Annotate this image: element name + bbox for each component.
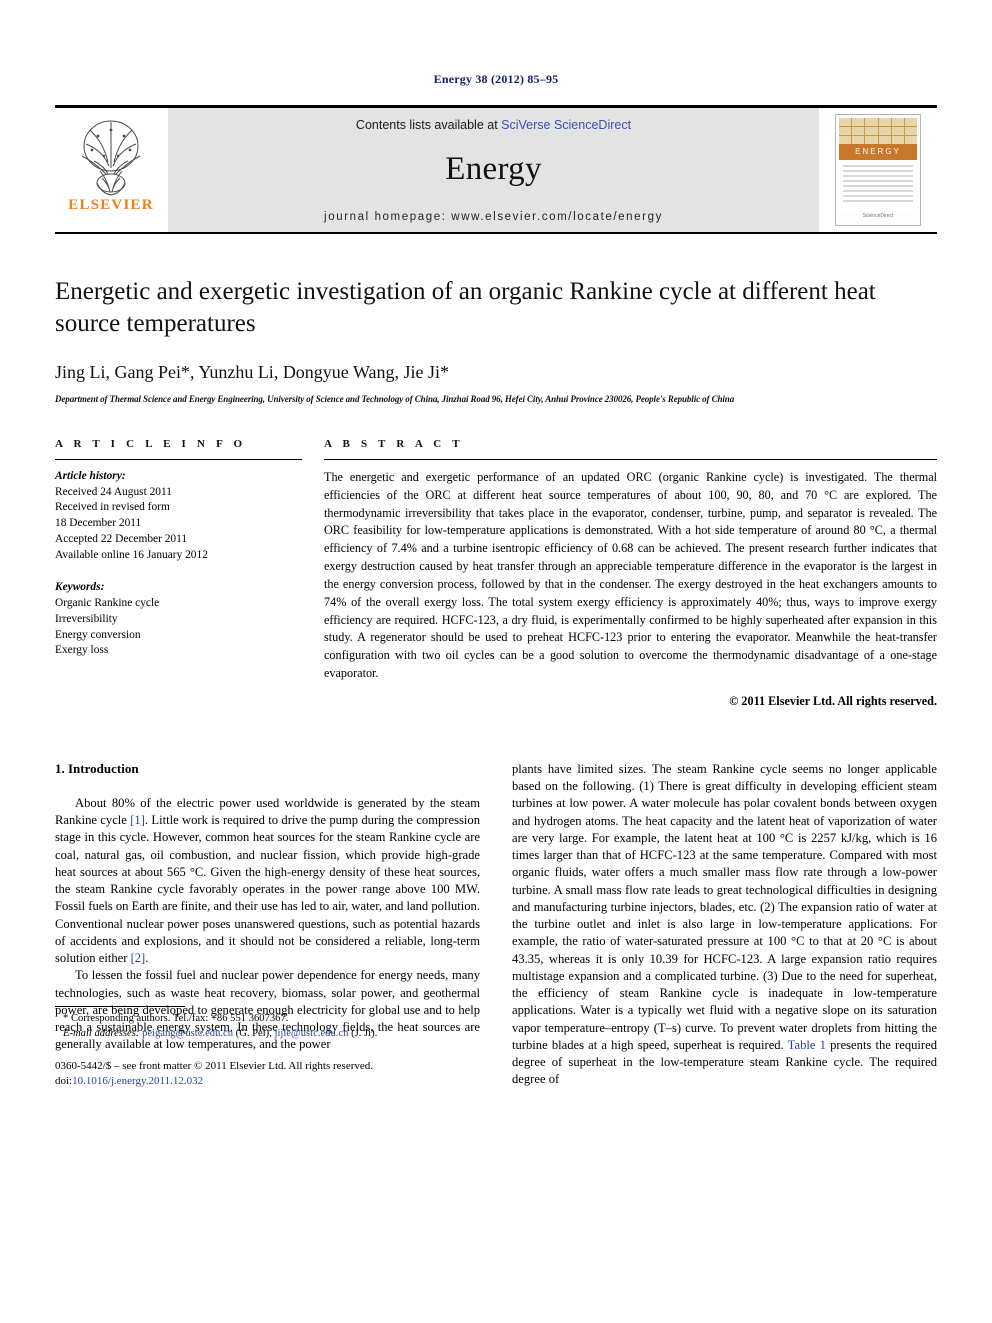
intro-p1-part3: . — [145, 951, 149, 965]
corresponding-author-note: * Corresponding authors. Tel./fax: +86 5… — [63, 1013, 289, 1025]
article-title: Energetic and exergetic investigation of… — [55, 278, 876, 337]
info-abstract-row: A R T I C L E I N F O Article history: R… — [55, 438, 937, 709]
cover-art — [839, 118, 917, 144]
citation-ref-2[interactable]: [2] — [131, 951, 146, 965]
intro-paragraph-3: plants have limited sizes. The steam Ran… — [512, 761, 937, 1089]
history-available-online: Available online 16 January 2012 — [55, 548, 208, 561]
abstract-copyright: © 2011 Elsevier Ltd. All rights reserved… — [729, 693, 937, 708]
email-link-1[interactable]: peigang@ustc.edu.cn — [142, 1028, 233, 1039]
elsevier-tree-icon — [81, 120, 141, 196]
doi-link[interactable]: 10.1016/j.energy.2011.12.032 — [72, 1075, 203, 1087]
right-column: plants have limited sizes. The steam Ran… — [512, 761, 937, 1089]
article-page: Energy 38 (2012) 85–95 ELSEVIER Contents… — [0, 0, 992, 1323]
journal-homepage-link[interactable]: journal homepage: www.elsevier.com/locat… — [324, 211, 663, 223]
article-info-column: A R T I C L E I N F O Article history: R… — [55, 438, 302, 709]
article-info-heading: A R T I C L E I N F O — [55, 438, 247, 450]
doi-label: doi: — [55, 1074, 73, 1087]
email-owner-2: (J. Ji). — [351, 1027, 378, 1039]
keyword-item: Energy conversion — [55, 628, 141, 641]
cover-art-grid — [839, 118, 917, 144]
introduction-heading: 1. Introduction — [55, 760, 139, 776]
journal-cover-thumbnail: ENERGY ScienceDirect — [835, 114, 921, 226]
article-info-rule — [55, 459, 302, 460]
cover-body — [839, 160, 917, 213]
history-revised-date: 18 December 2011 — [55, 517, 142, 530]
keywords-block: Keywords: Organic Rankine cycle Irrevers… — [55, 580, 302, 659]
cover-footer-text: ScienceDirect — [862, 213, 894, 219]
article-history-label: Article history: — [55, 470, 126, 482]
keywords-label: Keywords: — [55, 581, 105, 594]
abstract-heading: A B S T R A C T — [324, 438, 464, 450]
history-received: Received 24 August 2011 — [55, 485, 172, 498]
history-accepted: Accepted 22 December 2011 — [55, 532, 188, 545]
keyword-item: Organic Rankine cycle — [55, 597, 160, 610]
publisher-logo-area: ELSEVIER — [55, 108, 168, 232]
footnote-block: * Corresponding authors. Tel./fax: +86 5… — [55, 1006, 480, 1088]
left-column: 1. Introduction About 80% of the electri… — [55, 761, 480, 1089]
abstract-column: A B S T R A C T The energetic and exerge… — [324, 438, 937, 709]
title-block: Energetic and exergetic investigation of… — [55, 276, 937, 404]
running-head: Energy 38 (2012) 85–95 — [433, 72, 559, 86]
masthead-center: Contents lists available at SciVerse Sci… — [168, 108, 819, 232]
table-1-link[interactable]: Table 1 — [788, 1038, 826, 1052]
article-history-block: Article history: Received 24 August 2011… — [55, 469, 302, 563]
intro-paragraph-1: About 80% of the electric power used wor… — [55, 795, 480, 968]
intro-p3-part1: plants have limited sizes. The steam Ran… — [512, 761, 937, 1052]
email-label: E-mail addresses: — [63, 1027, 140, 1039]
contents-prefix: Contents lists available at — [355, 118, 502, 132]
elsevier-wordmark: ELSEVIER — [68, 197, 154, 213]
email-link-2[interactable]: jijie@ustc.edu.cn — [275, 1028, 349, 1039]
issn-copyright-block: 0360-5442/$ – see front matter © 2011 El… — [55, 1059, 480, 1089]
elsevier-logo: ELSEVIER — [65, 116, 157, 224]
citation-ref-1[interactable]: [1] — [130, 813, 145, 827]
journal-masthead: ELSEVIER Contents lists available at Sci… — [55, 105, 937, 234]
cover-thumbnail-area: ENERGY ScienceDirect — [819, 108, 937, 232]
email-owner-1: (G. Pei), — [235, 1027, 272, 1039]
journal-title: Energy — [445, 151, 542, 187]
history-revised-form: Received in revised form — [55, 501, 170, 514]
email-addresses-note: E-mail addresses: peigang@ustc.edu.cn (G… — [55, 1027, 480, 1042]
keyword-item: Exergy loss — [55, 644, 109, 657]
intro-p1-part2: . Little work is required to drive the p… — [55, 813, 480, 965]
contents-available-line: Contents lists available at SciVerse Sci… — [356, 118, 631, 132]
affiliation: Department of Thermal Science and Energy… — [55, 394, 735, 404]
footnote-rule — [55, 1006, 185, 1008]
abstract-text: The energetic and exergetic performance … — [324, 470, 937, 680]
doi-line: doi:10.1016/j.energy.2011.12.032 — [55, 1074, 480, 1089]
author-list: Jing Li, Gang Pei*, Yunzhu Li, Dongyue W… — [55, 362, 450, 382]
issn-line: 0360-5442/$ – see front matter © 2011 El… — [55, 1059, 374, 1072]
cover-text-lines — [839, 160, 917, 210]
sciencedirect-link[interactable]: SciVerse ScienceDirect — [501, 118, 631, 132]
abstract-rule — [324, 459, 937, 460]
cover-journal-title: ENERGY — [839, 144, 917, 160]
body-columns: 1. Introduction About 80% of the electri… — [55, 761, 937, 1089]
keyword-item: Irreversibility — [55, 612, 118, 625]
